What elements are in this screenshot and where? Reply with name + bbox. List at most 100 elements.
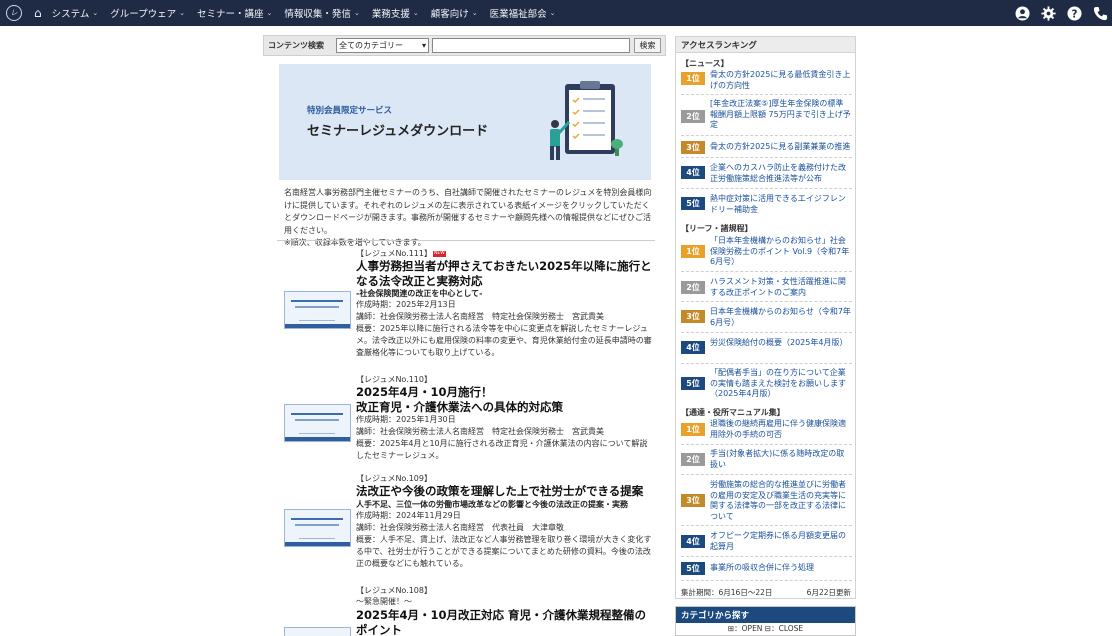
intro-paragraph: 名南経営人事労務部門主催セミナーのうち、自社講師で開催されたセミナーのレジュメを… [284, 188, 652, 235]
divider [681, 332, 852, 333]
resume-title: 2025年4月・10月施行！ 改正育児・介護休業法への具体的対応策 [356, 385, 563, 414]
ranking-link[interactable]: 退職後の継続再雇用に伴う健康保険適用除外の手続の可否 [710, 419, 851, 440]
rank-badge: 5位 [681, 377, 705, 390]
ranking-link[interactable]: ハラスメント対策・女性活躍推進に関する改正ポイントのご案内 [710, 277, 851, 298]
rank-badge: 2位 [681, 453, 705, 466]
ranking-category: 【通達・役所マニュアル集】 [681, 408, 785, 417]
content-search-bar: コンテンツ検索 全てのカテゴリー ▾ 検索 [263, 35, 666, 56]
nav-item-label: 顧客向け [430, 9, 469, 20]
gear-icon[interactable] [1041, 5, 1056, 21]
resume-title: 2025年4月・10月改正対応 育児・介護休業規程整備のポイント [356, 608, 647, 636]
search-button[interactable]: 検索 [634, 38, 661, 53]
ranking-link[interactable]: 骨太の方針2025に見る副業兼業の推進 [710, 142, 851, 153]
rank-badge: 3位 [681, 141, 705, 154]
resume-summary: 概要：人手不足、賃上げ、法改正など人事労務管理を取り巻く環境が大きく変化する中で… [356, 534, 652, 568]
svg-text:?: ? [1072, 8, 1078, 20]
chevron-down-icon: ⌄ [471, 9, 478, 17]
chevron-down-icon: ⌄ [412, 9, 419, 17]
resume-cover-thumbnail[interactable] [284, 291, 351, 329]
ranking-link[interactable]: 事業所の吸収合併に伴う処理 [710, 563, 851, 574]
ranking-link[interactable]: 「配偶者手当」の在り方について企業の実情も踏まえた検討をお願いします（2025年… [710, 368, 851, 400]
category-select-value: 全てのカテゴリー [339, 41, 403, 50]
resume-title: 人事労務担当者が押さえておきたい2025年以降に施行となる法令改正と実務対応 [356, 259, 652, 288]
resume-summary: 概要：2025年4月と10月に施行される改正育児・介護休業法の内容について解説し… [356, 439, 648, 460]
ranking-link[interactable]: [年金改正法案⑤]厚生年金保険の標準報酬月額上限額 75万円まで引き上げ予定 [710, 99, 851, 131]
clipboard-illustration [550, 81, 623, 160]
rank-badge: 2位 [681, 281, 705, 294]
nav-item-customer[interactable]: 顧客向け ⌄ [431, 6, 478, 20]
user-icon[interactable] [1015, 5, 1030, 21]
search-label: コンテンツ検索 [268, 41, 324, 50]
divider [681, 135, 852, 136]
nav-menu: システム ⌄ グループウェア ⌄ セミナー・講座 ⌄ 情報収集・発信 ⌄ 業務支援 ⌄ 顧… [52, 6, 568, 20]
banner-subtitle: 特別会員限定サービス [307, 106, 393, 116]
ranking-link[interactable]: 労災保険給付の概要（2025年4月版） [710, 338, 851, 349]
resume-cover-thumbnail[interactable] [284, 627, 351, 636]
seminar-banner[interactable]: 特別会員限定サービス セミナーレジュメダウンロード [279, 64, 651, 180]
divider [681, 157, 852, 158]
category-header: カテゴリから探す [676, 607, 855, 623]
chevron-down-icon: ⌄ [179, 9, 186, 17]
ranking-link[interactable]: 日本年金機構からのお知らせ（令和7年6月号） [710, 307, 851, 328]
nav-item-seminar[interactable]: セミナー・講座 ⌄ [197, 6, 272, 20]
nav-item-system[interactable]: システム ⌄ [52, 6, 99, 20]
resume-subtitle: ～緊急開催！～ [356, 597, 412, 606]
resume-subtitle: 人手不足、三位一体の労働市場改革などの影響と今後の法改正の提案・実務 [356, 499, 628, 509]
divider [681, 301, 852, 302]
nav-item-groupware[interactable]: グループウェア ⌄ [110, 6, 185, 20]
nav-item-label: 医業福祉部会 [489, 9, 547, 20]
rank-badge: 5位 [681, 562, 705, 575]
ranking-link[interactable]: オフピーク定期券に係る月額変更届の起算月 [710, 531, 851, 552]
rank-badge: 5位 [681, 197, 705, 210]
resume-number-text: 【レジュメNo.111】 [356, 249, 432, 258]
divider [681, 271, 852, 272]
banner-title: セミナーレジュメダウンロード [307, 124, 489, 139]
divider [681, 474, 852, 475]
ranking-link[interactable]: 「日本年金機構からのお知らせ」社会保険労務士のポイント Vol.9（令和7年6月… [710, 236, 851, 268]
nav-item-business[interactable]: 業務支援 ⌄ [372, 6, 419, 20]
divider [681, 94, 852, 95]
category-select[interactable]: 全てのカテゴリー ▾ [336, 38, 429, 53]
home-icon[interactable]: ⌂ [34, 7, 42, 19]
chevron-down-icon: ⌄ [92, 9, 99, 17]
resume-number-text: 【レジュメNo.109】 [356, 474, 432, 483]
nav-item-info[interactable]: 情報収集・発信 ⌄ [284, 6, 359, 20]
divider [681, 444, 852, 445]
divider [681, 188, 852, 189]
nav-item-label: 業務支援 [371, 9, 410, 20]
ranking-link[interactable]: 労働施策の総合的な推進並びに労働者の雇用の安定及び職業生活の充実等に関する法律等… [710, 480, 851, 522]
chevron-down-icon: ▾ [421, 41, 426, 50]
resume-cover-thumbnail[interactable] [284, 404, 351, 442]
ranking-link[interactable]: 熱中症対策に活用できるエイジフレンドリー補助金 [710, 194, 851, 215]
nav-item-label: システム [51, 9, 90, 20]
resume-lecturer: 講師：社会保険労務士法人名南経営 特定社会保険労務士 宮武貴美 [356, 427, 604, 436]
resume-date: 作成時期：2024年11月29日 [356, 510, 461, 520]
resume-lecturer: 講師：社会保険労務士法人名南経営 特定社会保険労務士 宮武貴美 [356, 312, 604, 321]
resume-number-text: 【レジュメNo.108】 [356, 586, 432, 595]
ranking-link[interactable]: 手当(対象者拡大)に係る随時改定の取扱い [710, 449, 851, 470]
nav-item-medical[interactable]: 医業福祉部会 ⌄ [490, 6, 556, 20]
chevron-down-icon: ⌄ [353, 9, 360, 17]
rank-badge: 3位 [681, 310, 705, 323]
access-ranking-panel: アクセスランキング 【ニュース】 1位 骨太の方針2025に見る最低賃金引き上げの… [675, 36, 856, 599]
search-input[interactable] [432, 38, 630, 53]
logo-icon[interactable]: レ [6, 5, 22, 21]
ranking-link[interactable]: 骨太の方針2025に見る最低賃金引き上げの方向性 [710, 70, 851, 91]
nav-item-label: グループウェア [110, 9, 177, 20]
resume-number: 【レジュメNo.110】 [356, 374, 652, 385]
rank-badge: 3位 [681, 494, 705, 507]
resume-cover-thumbnail[interactable] [284, 509, 351, 547]
rank-badge: 1位 [681, 72, 705, 85]
open-close-toggle[interactable]: ⊞：OPEN ⊟：CLOSE [676, 623, 855, 635]
ranking-link[interactable]: 企業へのカスハラ防止を義務付けた改正労働施策総合推進法等が公布 [710, 163, 851, 184]
resume-number-text: 【レジュメNo.110】 [356, 375, 432, 384]
help-icon[interactable]: ? [1067, 5, 1082, 21]
rank-badge: 4位 [681, 535, 705, 548]
resume-subtitle: -社会保険関連の改正を中心として- [356, 289, 483, 298]
chevron-down-icon: ⌄ [549, 9, 556, 17]
rank-badge: 4位 [681, 166, 705, 179]
resume-summary: 概要：2025年以降に施行される法令等を中心に変更点を解説したセミナーレジュメ。… [356, 324, 652, 357]
category-panel: カテゴリから探す ⊞：OPEN ⊟：CLOSE [675, 606, 856, 636]
rank-badge: 2位 [681, 110, 705, 123]
phone-icon[interactable] [1093, 6, 1108, 21]
